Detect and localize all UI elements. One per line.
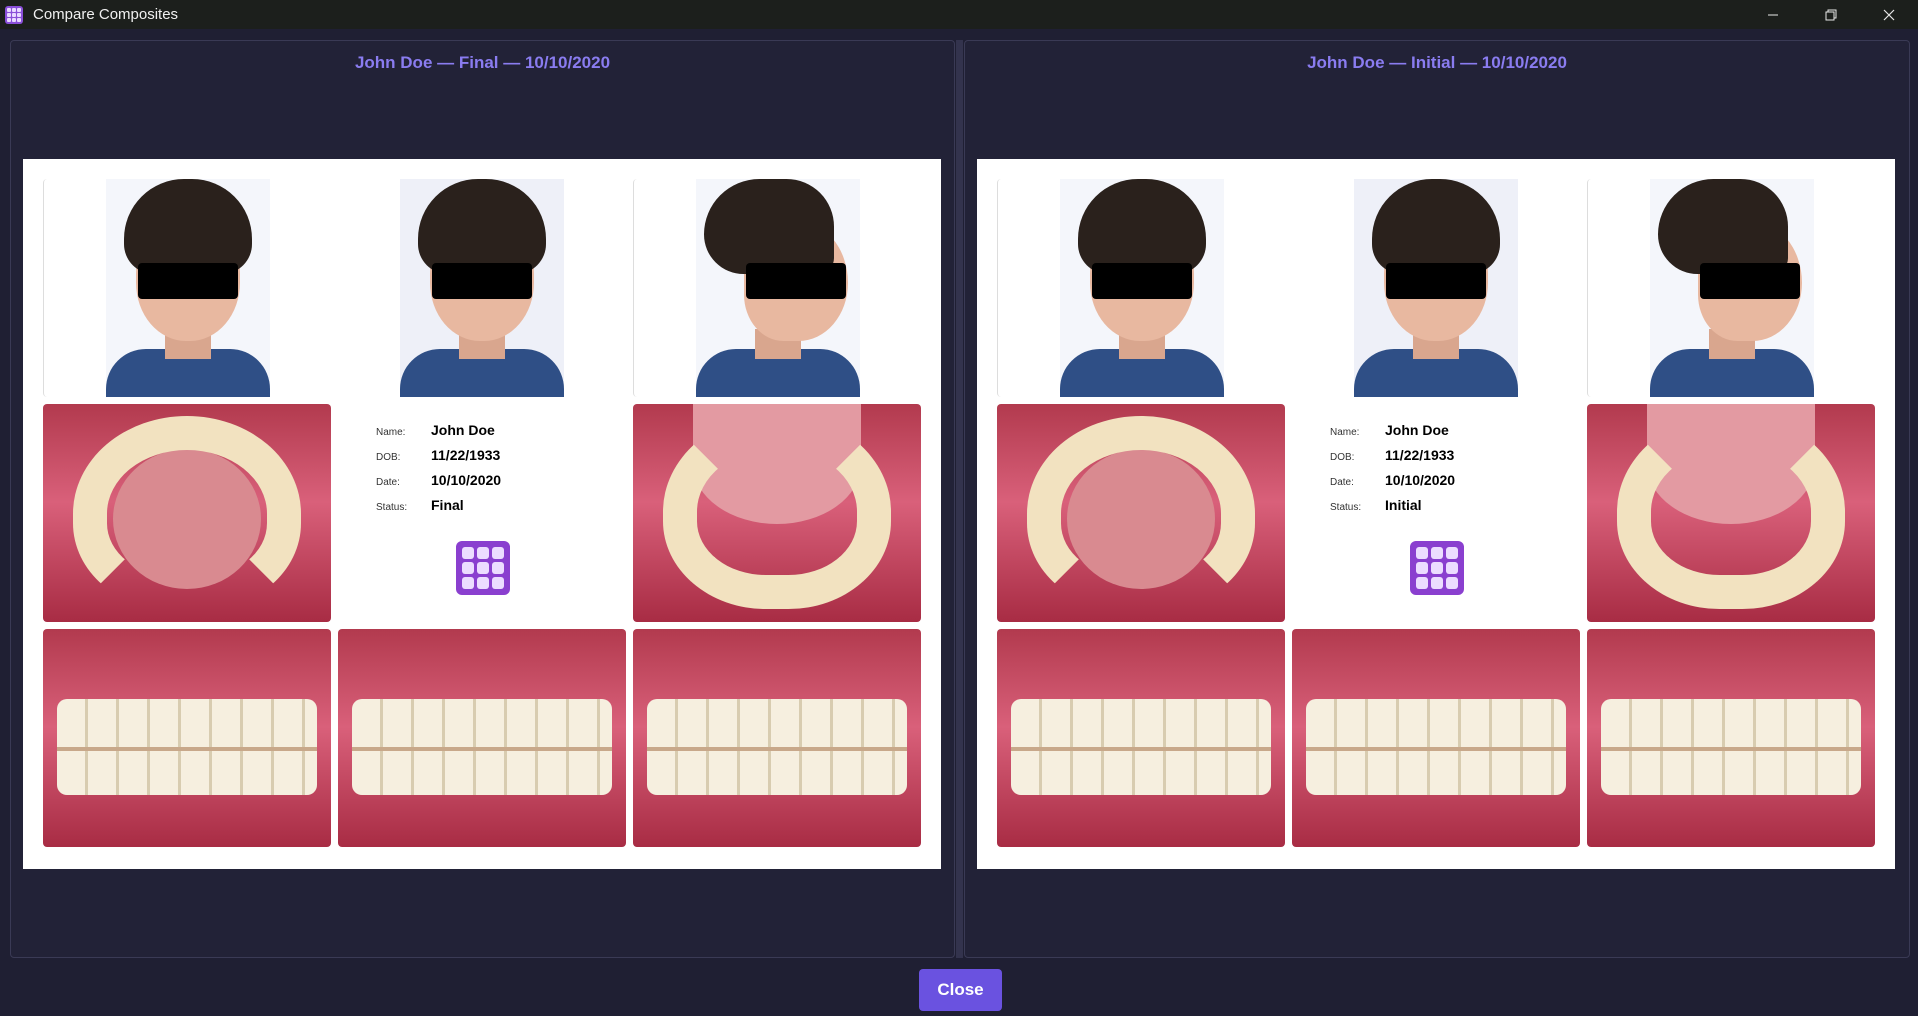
photo-left-buccal xyxy=(633,629,921,847)
photo-frontal-smile xyxy=(997,179,1285,397)
restore-button[interactable] xyxy=(1802,0,1860,29)
patient-name: John Doe xyxy=(1385,422,1449,438)
photo-profile xyxy=(1587,179,1875,397)
close-icon xyxy=(1883,9,1895,20)
composite-panel-final: John Doe — Final — 10/10/2020 Name: John … xyxy=(10,40,955,958)
composite-sheet: Name: John Doe DOB: 11/22/1933 Date: 10/10/… xyxy=(23,159,941,869)
photo-frontal-intraoral xyxy=(338,629,626,847)
photo-upper-occlusal xyxy=(997,404,1285,622)
title-bar: Compare Composites xyxy=(0,0,1918,29)
dob-label: DOB: xyxy=(376,452,401,463)
photo-frontal-smile xyxy=(43,179,331,397)
minimize-icon xyxy=(1768,14,1778,15)
composite-sheet: Name: John Doe DOB: 11/22/1933 Date: 10/10/… xyxy=(977,159,1895,869)
composite-date: 10/10/2020 xyxy=(1385,472,1456,488)
panel-title: John Doe — Initial — 10/10/2020 xyxy=(1307,53,1567,72)
photo-left-buccal xyxy=(1587,629,1875,847)
patient-info-card: Name: John Doe DOB: 11/22/1933 Date: 10/10/… xyxy=(338,404,626,622)
date-label: Date: xyxy=(376,477,400,488)
photo-right-buccal xyxy=(43,629,331,847)
grid-logo-icon xyxy=(456,541,510,595)
date-label: Date: xyxy=(1330,477,1354,488)
grid-logo-icon xyxy=(1410,541,1464,595)
dob-label: DOB: xyxy=(1330,452,1355,463)
close-button[interactable]: Close xyxy=(919,969,1002,1011)
composite-date: 10/10/2020 xyxy=(431,472,502,488)
panel-title: John Doe — Final — 10/10/2020 xyxy=(354,53,611,72)
composite-panel-initial: John Doe — Initial — 10/10/2020 Name: Joh… xyxy=(964,40,1910,958)
name-label: Name: xyxy=(376,427,406,438)
photo-profile xyxy=(633,179,921,397)
photo-upper-occlusal xyxy=(43,404,331,622)
patient-info-card: Name: John Doe DOB: 11/22/1933 Date: 10/10/… xyxy=(1292,404,1580,622)
photo-frontal-rest xyxy=(1292,179,1580,397)
photo-frontal-rest xyxy=(338,179,626,397)
status-label: Status: xyxy=(376,502,408,513)
patient-dob: 11/22/1933 xyxy=(1385,447,1455,463)
close-window-button[interactable] xyxy=(1860,0,1918,29)
grid-app-icon xyxy=(5,5,23,24)
photo-frontal-intraoral xyxy=(1292,629,1580,847)
composite-status: Initial xyxy=(1385,497,1422,513)
restore-icon xyxy=(1825,9,1837,20)
photo-lower-occlusal xyxy=(1587,404,1875,622)
photo-right-buccal xyxy=(997,629,1285,847)
composite-status: Final xyxy=(431,497,464,513)
name-label: Name: xyxy=(1330,427,1360,438)
minimize-button[interactable] xyxy=(1744,0,1802,29)
window-title: Compare Composites xyxy=(33,6,179,23)
patient-dob: 11/22/1933 xyxy=(431,447,501,463)
photo-lower-occlusal xyxy=(633,404,921,622)
status-label: Status: xyxy=(1330,502,1362,513)
splitter-handle[interactable] xyxy=(956,40,963,958)
patient-name: John Doe xyxy=(431,422,495,438)
